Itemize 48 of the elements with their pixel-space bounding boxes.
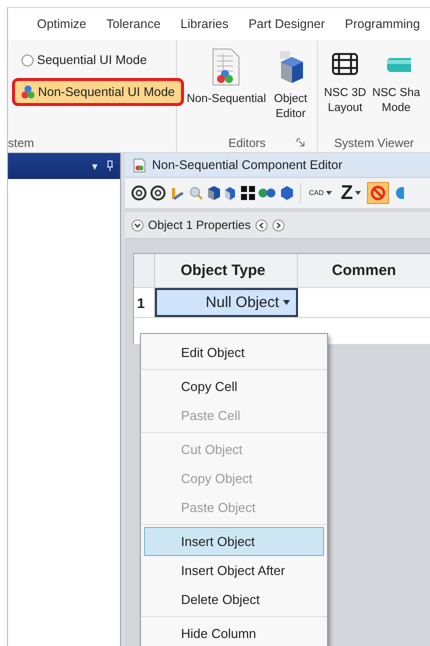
ribbon-button[interactable]: Object Editor xyxy=(272,48,310,122)
mode-option[interactable]: Sequential UI Mode xyxy=(12,46,156,74)
ribbon-tab[interactable]: Libraries xyxy=(172,17,240,31)
pin-icon[interactable] xyxy=(106,160,114,172)
properties-label: Object 1 Properties xyxy=(148,218,251,232)
group-label: System Viewer xyxy=(334,136,414,150)
grid-icon[interactable] xyxy=(241,186,255,200)
cube-icon[interactable] xyxy=(224,185,238,201)
column-header[interactable]: Commen xyxy=(298,254,430,287)
collapse-icon[interactable] xyxy=(131,218,144,232)
launcher-icon[interactable] xyxy=(296,138,305,147)
shapes-icon xyxy=(21,85,35,99)
next-icon[interactable] xyxy=(272,218,285,232)
ribbon-button[interactable]: NSC Sha Mode xyxy=(370,48,422,116)
spreadsheet-icon xyxy=(211,48,242,86)
cube-icon[interactable] xyxy=(207,185,221,201)
ribbon-button[interactable]: NSC 3D Layout xyxy=(322,48,368,116)
column-header[interactable]: Object Type xyxy=(155,254,298,287)
ribbon-button[interactable]: Non-Sequential xyxy=(184,48,268,107)
pencil-icon[interactable] xyxy=(169,185,185,201)
circle-icon[interactable] xyxy=(150,185,166,201)
editor-icon xyxy=(133,158,146,172)
hexagon-icon[interactable] xyxy=(279,185,295,201)
menu-item[interactable]: Edit Object xyxy=(144,338,324,367)
caret-icon xyxy=(326,191,332,195)
group-label: stem xyxy=(8,136,34,150)
caret-icon[interactable] xyxy=(283,300,290,305)
circle-icon[interactable] xyxy=(131,185,147,201)
previous-icon[interactable] xyxy=(254,218,268,232)
menu-item[interactable]: Hide Column xyxy=(144,619,324,646)
dots-icon[interactable] xyxy=(258,187,276,199)
ribbon-tab[interactable]: Programming xyxy=(336,17,430,31)
caret-icon xyxy=(355,191,361,195)
menu-item[interactable]: Delete Object xyxy=(144,585,324,614)
stop-button[interactable] xyxy=(367,182,389,204)
group-label: Editors xyxy=(228,136,266,150)
ribbon-tab[interactable]: Tolerance xyxy=(97,17,172,31)
menu-item[interactable]: Insert Object After xyxy=(144,556,324,585)
radio-icon xyxy=(21,54,34,66)
ribbon-tab[interactable]: Part Designer xyxy=(239,17,336,31)
window-title: Non-Sequential Component Editor xyxy=(152,158,342,172)
menu-item[interactable]: Insert Object xyxy=(144,527,324,556)
menu-item[interactable]: Copy Cell xyxy=(144,372,324,401)
ribbon-tab[interactable]: Optimize xyxy=(28,17,98,31)
menu-glyph[interactable]: ▾ xyxy=(92,160,98,172)
table-cell[interactable]: Null Object xyxy=(155,288,298,317)
toolbar-dropdown[interactable]: Z xyxy=(338,182,364,204)
mode-option[interactable]: Non-Sequential UI Mode xyxy=(12,78,184,106)
